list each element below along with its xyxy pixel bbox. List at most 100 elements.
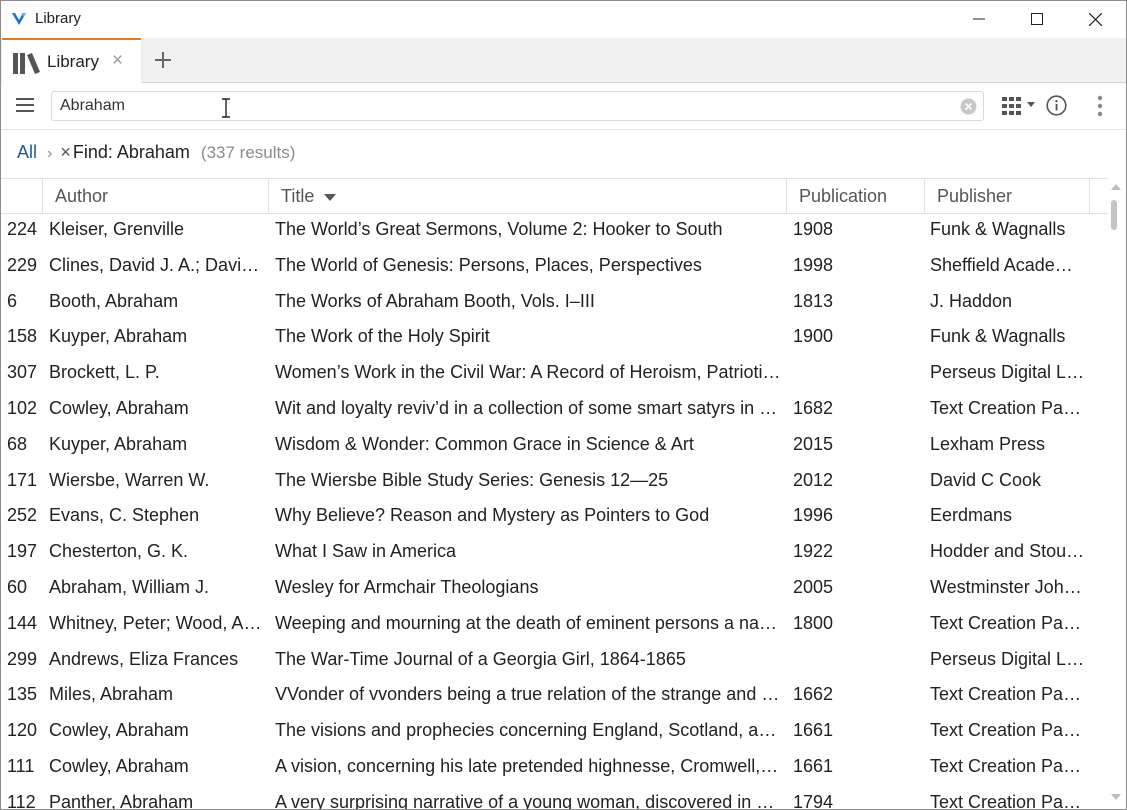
- vertical-scrollbar[interactable]: [1108, 178, 1125, 808]
- tab-close-icon[interactable]: ×: [112, 50, 123, 72]
- publisher-cell: J. Haddon: [930, 290, 1013, 311]
- title-cell: Why Believe? Reason and Mystery as Point…: [275, 505, 710, 526]
- minimize-button[interactable]: [950, 0, 1008, 38]
- search-input[interactable]: Abraham: [51, 91, 984, 121]
- title-cell: Weeping and mourning at the death of emi…: [275, 612, 781, 633]
- column-header-publication-label: Publication: [799, 186, 888, 206]
- title-cell: A very surprising narrative of a young w…: [275, 791, 781, 810]
- publisher-cell: Text Creation Partnership: [930, 398, 1085, 418]
- publication-cell: 1662: [793, 684, 834, 705]
- table-row[interactable]: 120 Cowley, Abraham The visions and prophe…: [0, 713, 1108, 749]
- search-input-value: Abraham: [60, 97, 125, 114]
- publisher-cell: Text Creation Partnership: [930, 720, 1085, 741]
- title-cell: The War-Time Journal of a Georgia Girl, …: [275, 648, 686, 669]
- publisher-cell: Hodder and Stoughton: [930, 541, 1085, 562]
- window-titlebar: Library: [0, 0, 1127, 38]
- title-cell: The World of Genesis: Persons, Places, P…: [275, 254, 702, 275]
- publication-cell: 1908: [793, 219, 834, 239]
- publisher-cell: David C Cook: [930, 469, 1042, 490]
- title-cell: Wit and loyalty reviv’d in a collection …: [275, 398, 781, 418]
- scroll-down-icon[interactable]: [1111, 794, 1121, 800]
- scroll-up-icon[interactable]: [1111, 184, 1121, 190]
- title-cell: The World’s Great Sermons, Volume 2: Hoo…: [275, 219, 723, 239]
- title-cell: The visions and prophecies concerning En…: [275, 720, 781, 741]
- table-row[interactable]: 158 Kuyper, Abraham The Work of the Holy S…: [0, 319, 1108, 355]
- table-row[interactable]: 299 Andrews, Eliza Frances The War-Time Jo…: [0, 642, 1108, 678]
- column-header-publication[interactable]: Publication: [786, 179, 924, 213]
- column-header-author[interactable]: Author: [42, 179, 268, 213]
- maximize-button[interactable]: [1008, 0, 1066, 38]
- results-table-body: 224 Kleiser, Grenville The World’s Great S…: [0, 212, 1108, 810]
- add-tab-icon[interactable]: [151, 48, 175, 72]
- publisher-cell: Text Creation Partnership: [930, 684, 1085, 705]
- publication-cell: 1800: [793, 612, 834, 633]
- author-cell: Miles, Abraham: [49, 684, 174, 705]
- table-row[interactable]: 60 Abraham, William J. Wesley for Armchair…: [0, 570, 1108, 606]
- remove-filter-button[interactable]: ×: [60, 142, 71, 163]
- table-row[interactable]: 6 Booth, Abraham The Works of Abraham Boot…: [0, 284, 1108, 320]
- grid-view-icon[interactable]: [1002, 96, 1036, 116]
- row-number: 252: [7, 505, 38, 526]
- column-header-publisher[interactable]: Publisher: [924, 179, 1090, 213]
- author-cell: Andrews, Eliza Frances: [49, 648, 239, 669]
- row-number: 158: [7, 326, 38, 347]
- publisher-cell: Text Creation Partnership: [930, 612, 1085, 633]
- table-header: Author Title Publication Publisher: [0, 178, 1108, 214]
- column-header-author-label: Author: [55, 186, 109, 206]
- table-row[interactable]: 252 Evans, C. Stephen Why Believe? Reason …: [0, 498, 1108, 534]
- publisher-cell: Text Creation Partnership: [930, 756, 1085, 776]
- table-row[interactable]: 68 Kuyper, Abraham Wisdom & Wonder: Common…: [0, 427, 1108, 463]
- table-row[interactable]: 111 Cowley, Abraham A vision, concerning h…: [0, 749, 1108, 785]
- author-cell: Clines, David J. A.; Davies, Philip R.: [49, 254, 262, 275]
- toolbar: Abraham: [0, 83, 1127, 130]
- hamburger-menu-icon[interactable]: [15, 96, 35, 114]
- row-number: 68: [7, 433, 28, 454]
- publication-cell: [793, 355, 913, 391]
- info-icon[interactable]: [1046, 95, 1067, 116]
- title-cell: What I Saw in America: [275, 541, 457, 562]
- author-cell: Abraham, William J.: [49, 577, 210, 597]
- author-cell: Evans, C. Stephen: [49, 505, 200, 526]
- breadcrumb-filter: Find: Abraham: [72, 142, 190, 162]
- table-row[interactable]: 229 Clines, David J. A.; Davies, Philip R…: [0, 248, 1108, 284]
- breadcrumb-separator: ›: [47, 145, 53, 162]
- publication-cell: 1998: [793, 254, 834, 275]
- publication-cell: 1996: [793, 505, 834, 526]
- row-number: 229: [7, 254, 38, 275]
- publication-cell: 1922: [793, 541, 834, 562]
- clear-search-icon[interactable]: [960, 98, 977, 115]
- table-row[interactable]: 112 Panther, Abraham A very surprising nar…: [0, 785, 1108, 810]
- breadcrumb-all-link[interactable]: All: [17, 142, 37, 163]
- publication-cell: 1813: [793, 290, 834, 311]
- row-number: 197: [7, 541, 38, 562]
- sort-descending-icon: [324, 193, 337, 201]
- publisher-cell: Perseus Digital Library: [930, 362, 1085, 383]
- row-number: 144: [7, 612, 38, 633]
- column-header-title[interactable]: Title: [268, 179, 786, 213]
- row-number: 171: [7, 469, 38, 490]
- table-row[interactable]: 197 Chesterton, G. K. What I Saw in Americ…: [0, 534, 1108, 570]
- column-header-publisher-label: Publisher: [937, 186, 1013, 206]
- row-number: 135: [7, 684, 38, 705]
- close-window-button[interactable]: [1066, 0, 1124, 38]
- row-number: 299: [7, 648, 38, 669]
- scrollbar-thumb[interactable]: [1111, 200, 1117, 230]
- title-cell: A vision, concerning his late pretended …: [275, 756, 781, 776]
- tab-library[interactable]: Library ×: [2, 38, 141, 83]
- table-row[interactable]: 224 Kleiser, Grenville The World’s Great S…: [0, 212, 1108, 248]
- author-cell: Wiersbe, Warren W.: [49, 469, 210, 490]
- author-cell: Cowley, Abraham: [49, 756, 189, 776]
- row-number: 112: [7, 791, 36, 810]
- table-row[interactable]: 171 Wiersbe, Warren W. The Wiersbe Bible S…: [0, 463, 1108, 499]
- text-cursor-icon: [222, 98, 230, 118]
- table-row[interactable]: 307 Brockett, L. P. Women’s Work in the Ci…: [0, 355, 1108, 391]
- publication-cell: [793, 642, 913, 678]
- table-row[interactable]: 135 Miles, Abraham VVonder of vvonders bei…: [0, 677, 1108, 713]
- breadcrumb: All › × Find: Abraham (337 results): [17, 142, 295, 163]
- publisher-cell: Westminster John Knox Press: [930, 577, 1085, 597]
- table-row[interactable]: 102 Cowley, Abraham Wit and loyalty reviv’…: [0, 391, 1108, 427]
- table-row[interactable]: 144 Whitney, Peter; Wood, Abraham Weeping …: [0, 606, 1108, 642]
- publisher-cell: Funk & Wagnalls: [930, 326, 1066, 347]
- kebab-menu-icon[interactable]: [1096, 95, 1104, 117]
- publisher-cell: Eerdmans: [930, 505, 1013, 526]
